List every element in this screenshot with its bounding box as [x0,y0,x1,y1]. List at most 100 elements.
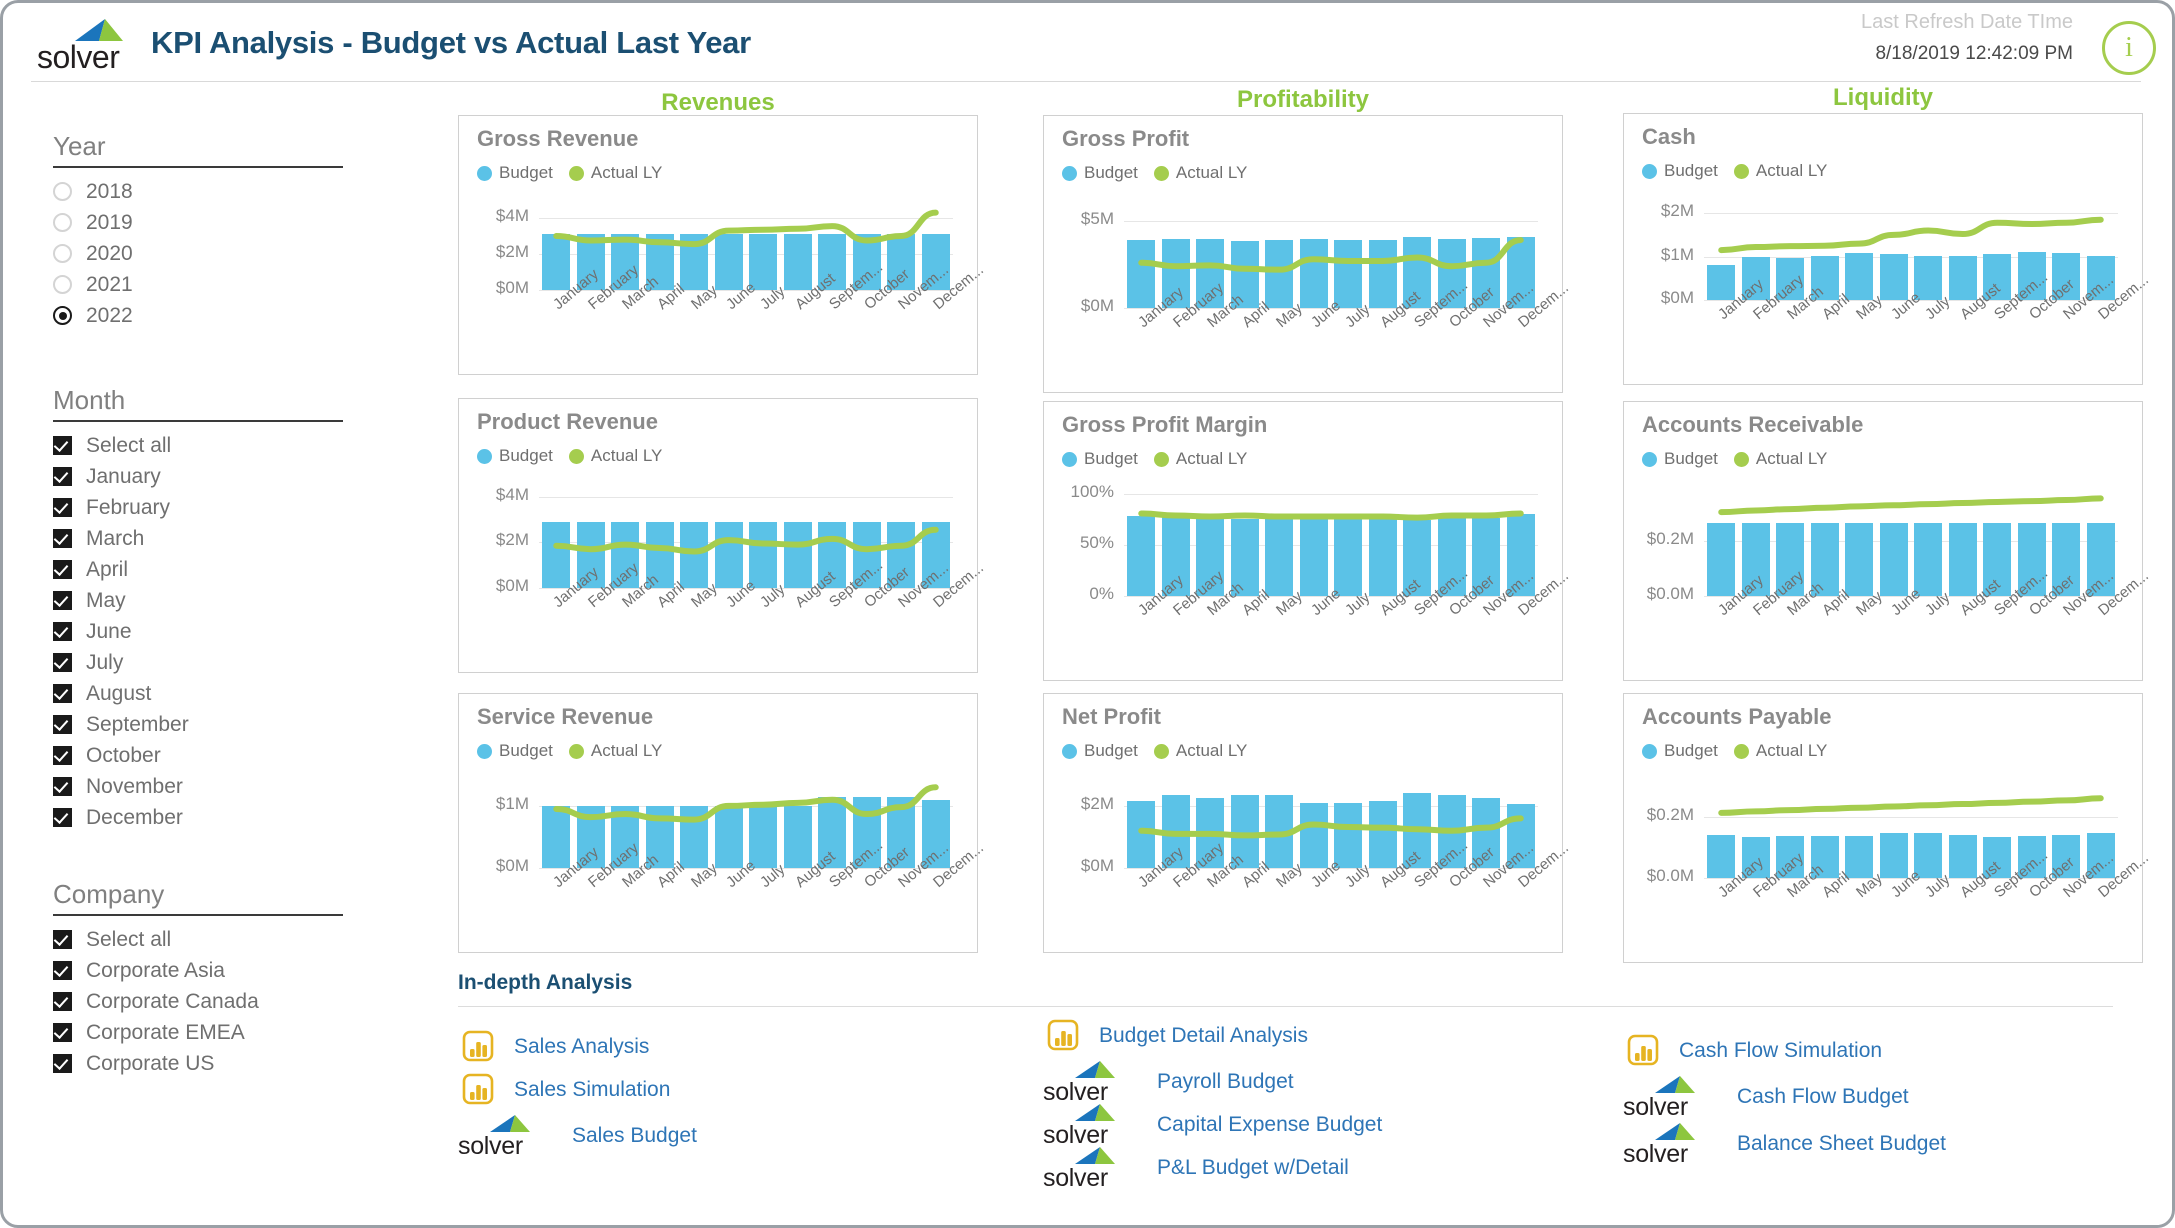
checkbox-august[interactable] [53,684,72,703]
link-cash-flow-simulation[interactable]: Cash Flow Simulation [1623,1031,1882,1071]
chart-card-cash[interactable]: Cash Budget Actual LY $0M $1M $2M January Febru… [1623,113,2152,385]
link-capital-expense-budget[interactable]: solver Capital Expense Budget [1043,1102,1382,1149]
month-option-december[interactable]: December [53,802,353,833]
month-option-may[interactable]: May [53,585,353,616]
link-balance-sheet-budget[interactable]: solver Balance Sheet Budget [1623,1121,1946,1168]
bar[interactable] [680,234,709,290]
month-option-october[interactable]: October [53,740,353,771]
bar[interactable] [1127,240,1156,308]
chart-card-accounts-payable[interactable]: Accounts Payable Budget Actual LY $0.0M $0.2… [1623,693,2152,963]
bar[interactable] [783,234,812,290]
chart-card-gross-profit-margin[interactable]: Gross Profit Margin Budget Actual LY 0% 50% 1… [1043,401,1572,681]
checkbox-october[interactable] [53,746,72,765]
bar[interactable] [1914,833,1943,878]
bar[interactable] [1879,833,1908,878]
link-label[interactable]: P&L Budget w/Detail [1157,1156,1349,1180]
link-cash-flow-budget[interactable]: solver Cash Flow Budget [1623,1074,1909,1121]
bar[interactable] [1127,801,1156,868]
bar[interactable] [542,805,571,868]
bar[interactable] [783,521,812,588]
bar[interactable] [1299,802,1328,868]
checkbox-corporate-us[interactable] [53,1054,72,1073]
month-option-september[interactable]: September [53,709,353,740]
month-option-august[interactable]: August [53,678,353,709]
link-sales-budget[interactable]: solver Sales Budget [458,1113,697,1160]
bar[interactable] [1948,256,1977,300]
bar[interactable] [749,521,778,588]
link-label[interactable]: Sales Budget [572,1124,697,1148]
month-option-select-all[interactable]: Select all [53,430,353,461]
radio-2018[interactable] [53,182,72,201]
bar[interactable] [1299,239,1328,308]
bar[interactable] [1299,517,1328,596]
link-label[interactable]: Cash Flow Simulation [1679,1039,1882,1063]
checkbox-january[interactable] [53,467,72,486]
link-sales-analysis[interactable]: Sales Analysis [458,1027,649,1067]
company-option-select-all[interactable]: Select all [53,924,353,955]
radio-2019[interactable] [53,213,72,232]
bar[interactable] [680,521,709,588]
bar[interactable] [1368,801,1397,868]
bar[interactable] [749,805,778,868]
year-option-2021[interactable]: 2021 [53,269,353,300]
link-label[interactable]: Sales Analysis [514,1035,649,1059]
year-option-2018[interactable]: 2018 [53,176,353,207]
month-option-april[interactable]: April [53,554,353,585]
link-budget-detail-analysis[interactable]: Budget Detail Analysis [1043,1016,1308,1056]
radio-2020[interactable] [53,244,72,263]
month-option-february[interactable]: February [53,492,353,523]
bar[interactable] [1334,803,1363,868]
chart-card-gross-profit[interactable]: Gross Profit Budget Actual LY $0M $5M January… [1043,115,1572,393]
checkbox-march[interactable] [53,529,72,548]
chart-card-product-revenue[interactable]: Product Revenue Budget Actual LY $0M $2M $4M J… [458,398,987,673]
month-option-june[interactable]: June [53,616,353,647]
year-option-2019[interactable]: 2019 [53,207,353,238]
chart-card-accounts-receivable[interactable]: Accounts Receivable Budget Actual LY $0.0M $… [1623,401,2152,681]
month-option-july[interactable]: July [53,647,353,678]
bar[interactable] [1368,240,1397,308]
year-option-2022[interactable]: 2022 [53,300,353,331]
bar[interactable] [542,521,571,588]
checkbox-june[interactable] [53,622,72,641]
month-option-january[interactable]: January [53,461,353,492]
bar[interactable] [1265,517,1294,596]
link-p-l-budget-w-detail[interactable]: solver P&L Budget w/Detail [1043,1145,1349,1192]
bar[interactable] [749,234,778,290]
company-option-corporate-emea[interactable]: Corporate EMEA [53,1017,353,1048]
bar[interactable] [1845,253,1874,300]
bar[interactable] [1707,834,1736,878]
bar[interactable] [1914,523,1943,596]
link-label[interactable]: Balance Sheet Budget [1737,1132,1946,1156]
radio-2022[interactable] [53,306,72,325]
link-sales-simulation[interactable]: Sales Simulation [458,1070,670,1110]
bar[interactable] [1948,523,1977,596]
bar[interactable] [542,234,571,290]
checkbox-april[interactable] [53,560,72,579]
chart-card-service-revenue[interactable]: Service Revenue Budget Actual LY $0M $1M Janu… [458,693,987,953]
checkbox-select-all[interactable] [53,436,72,455]
bar[interactable] [783,805,812,868]
checkbox-select-all[interactable] [53,930,72,949]
checkbox-february[interactable] [53,498,72,517]
checkbox-corporate-canada[interactable] [53,992,72,1011]
checkbox-corporate-asia[interactable] [53,961,72,980]
month-option-march[interactable]: March [53,523,353,554]
bar[interactable] [714,805,743,868]
bar[interactable] [1334,240,1363,308]
checkbox-july[interactable] [53,653,72,672]
link-label[interactable]: Payroll Budget [1157,1070,1294,1094]
month-option-november[interactable]: November [53,771,353,802]
bar[interactable] [1707,523,1736,596]
checkbox-corporate-emea[interactable] [53,1023,72,1042]
checkbox-september[interactable] [53,715,72,734]
bar[interactable] [1879,254,1908,300]
bar[interactable] [714,234,743,290]
link-label[interactable]: Sales Simulation [514,1078,670,1102]
bar[interactable] [1948,834,1977,878]
chart-card-gross-revenue[interactable]: Gross Revenue Budget Actual LY $0M $2M $4M Jan… [458,115,987,375]
company-option-corporate-us[interactable]: Corporate US [53,1048,353,1079]
bar[interactable] [1127,515,1156,596]
link-label[interactable]: Capital Expense Budget [1157,1113,1382,1137]
info-icon[interactable]: i [2102,21,2156,75]
bar[interactable] [1265,795,1294,868]
